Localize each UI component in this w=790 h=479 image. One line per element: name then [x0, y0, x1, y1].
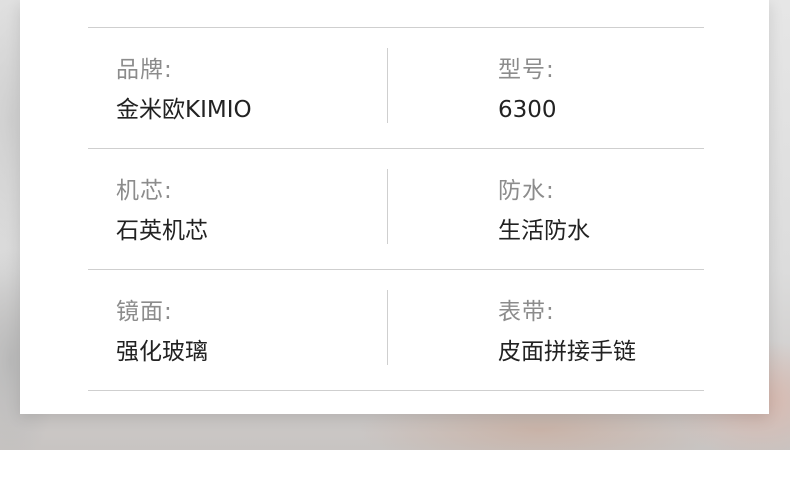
spec-card: 品牌: 金米欧KIMIO 型号: 6300 机芯: 石英机芯 防水: 生活防水 … [20, 0, 769, 414]
column-divider [387, 169, 388, 244]
spec-row-movement-waterproof: 机芯: 石英机芯 防水: 生活防水 [88, 149, 704, 270]
spec-value-strap: 皮面拼接手链 [498, 339, 636, 365]
spec-value-waterproof: 生活防水 [498, 218, 590, 244]
spec-value-movement: 石英机芯 [116, 218, 208, 244]
spec-label-brand: 品牌: [116, 57, 173, 83]
spec-row-glass-strap: 镜面: 强化玻璃 表带: 皮面拼接手链 [88, 270, 704, 391]
spec-table: 品牌: 金米欧KIMIO 型号: 6300 机芯: 石英机芯 防水: 生活防水 … [88, 27, 704, 391]
spec-cell-strap: 表带: 皮面拼接手链 [498, 297, 636, 367]
spec-value-brand: 金米欧KIMIO [116, 97, 252, 123]
spec-label-glass: 镜面: [116, 299, 173, 325]
column-divider [387, 290, 388, 365]
column-divider [387, 48, 388, 123]
spec-label-waterproof: 防水: [498, 178, 555, 204]
spec-value-glass: 强化玻璃 [116, 339, 208, 365]
spec-label-movement: 机芯: [116, 178, 173, 204]
spec-cell-model: 型号: 6300 [498, 55, 557, 125]
spec-cell-waterproof: 防水: 生活防水 [498, 176, 590, 246]
spec-row-brand-model: 品牌: 金米欧KIMIO 型号: 6300 [88, 28, 704, 149]
spec-cell-brand: 品牌: 金米欧KIMIO [116, 55, 252, 125]
spec-value-model: 6300 [498, 97, 557, 123]
spec-cell-movement: 机芯: 石英机芯 [116, 176, 208, 246]
spec-label-model: 型号: [498, 57, 555, 83]
spec-label-strap: 表带: [498, 299, 555, 325]
spec-cell-glass: 镜面: 强化玻璃 [116, 297, 208, 367]
